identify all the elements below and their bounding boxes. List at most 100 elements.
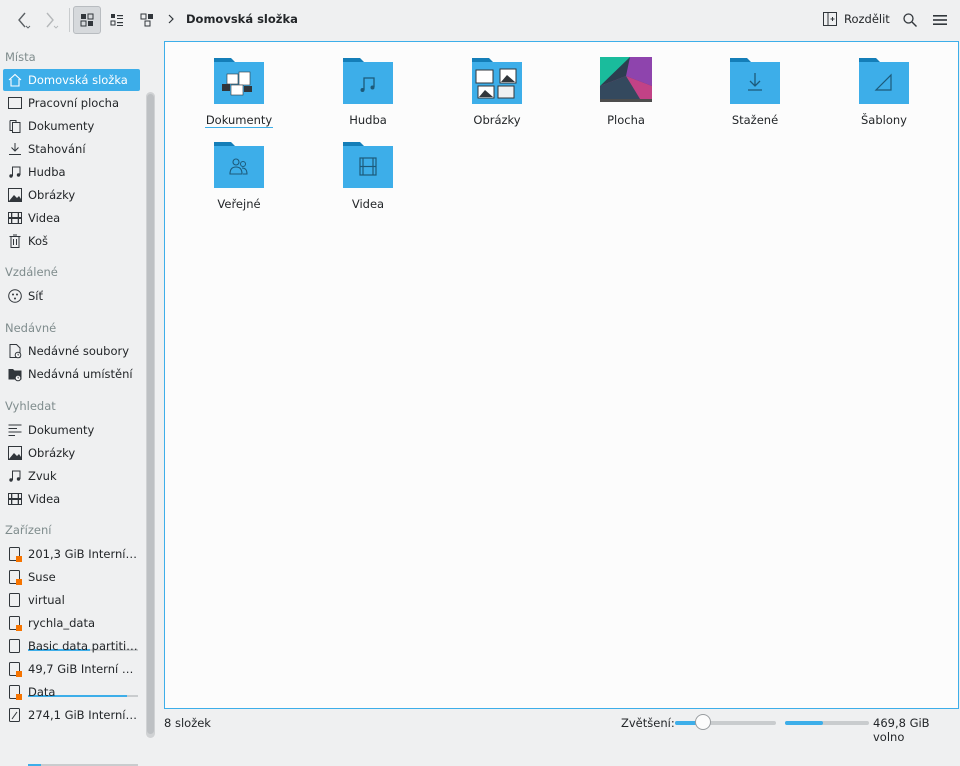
sidebar-item-label: Dokumenty xyxy=(28,423,95,437)
sidebar-item-label: Suse xyxy=(28,570,56,584)
toolbar: Domovská složka Rozdělit xyxy=(0,0,960,40)
folder-name: Plocha xyxy=(607,113,645,127)
sidebar-item-search-documents[interactable]: Dokumenty xyxy=(3,419,140,441)
folder-download-icon xyxy=(730,58,780,104)
sidebar-item-downloads[interactable]: Stahování xyxy=(3,138,140,160)
drive-unmounted-icon xyxy=(7,661,23,677)
folder-tile[interactable]: Hudba xyxy=(313,56,423,136)
icons-view-button[interactable] xyxy=(73,6,101,34)
sidebar-item-music[interactable]: Hudba xyxy=(3,161,140,183)
file-view[interactable]: Dokumenty Hudba Obrázky Plocha Stažené Š… xyxy=(164,41,959,709)
sidebar-item-search-pictures[interactable]: Obrázky xyxy=(3,442,140,464)
folder-name: Šablony xyxy=(861,113,907,127)
sidebar-item-videos[interactable]: Videa xyxy=(3,207,140,229)
recent-files-icon xyxy=(7,343,23,359)
details-view-button[interactable] xyxy=(103,6,131,34)
folder-tile[interactable]: Veřejné xyxy=(184,140,294,220)
folder-tile[interactable]: Obrázky xyxy=(442,56,552,136)
compact-view-button[interactable] xyxy=(133,6,161,34)
breadcrumb-arrow-icon xyxy=(168,14,174,24)
split-button[interactable]: Rozdělit xyxy=(822,11,890,27)
sidebar-item-label: Basic data partition xyxy=(28,639,140,653)
sidebar-item-search-audio[interactable]: Zvuk xyxy=(3,465,140,487)
sidebar-item-pictures[interactable]: Obrázky xyxy=(3,184,140,206)
sidebar-item-device[interactable]: rychla_data xyxy=(3,612,140,634)
folder-tile[interactable]: Plocha xyxy=(571,56,681,136)
sidebar-item-device[interactable]: Data xyxy=(3,681,140,703)
folder-name: Obrázky xyxy=(473,113,521,127)
drive-unmounted-icon xyxy=(7,569,23,585)
section-title-devices: Zařízení xyxy=(5,523,52,537)
folder-name: Dokumenty xyxy=(204,113,274,128)
zoom-slider[interactable] xyxy=(675,721,776,725)
sidebar-item-desktop[interactable]: Pracovní plocha xyxy=(3,92,140,114)
forward-button[interactable] xyxy=(36,6,64,34)
sidebar-item-device[interactable]: 49,7 GiB Interní medium xyxy=(3,658,140,680)
download-icon xyxy=(7,141,23,157)
search-icon xyxy=(903,13,917,27)
hamburger-menu-icon xyxy=(933,15,947,25)
breadcrumb-home[interactable]: Domovská složka xyxy=(186,12,298,26)
pictures-icon xyxy=(7,445,23,461)
sidebar-item-home[interactable]: Domovská složka xyxy=(3,69,140,91)
folder-name: Hudba xyxy=(349,113,387,127)
section-title-remote: Vzdálené xyxy=(5,265,58,279)
sidebar-item-documents[interactable]: Dokumenty xyxy=(3,115,140,137)
recent-locations-icon xyxy=(7,366,23,382)
back-button[interactable] xyxy=(8,6,36,34)
sidebar-item-device[interactable]: Suse xyxy=(3,566,140,588)
zoom-slider-handle[interactable] xyxy=(695,714,711,730)
search-button[interactable] xyxy=(896,6,924,34)
video-icon xyxy=(7,210,23,226)
music-icon xyxy=(7,164,23,180)
sidebar-scrollbar-thumb[interactable] xyxy=(147,94,154,734)
network-icon xyxy=(7,288,23,304)
folder-name: Stažené xyxy=(731,113,779,127)
sidebar-item-device[interactable]: Basic data partition xyxy=(3,635,140,657)
folder-tile[interactable]: Videa xyxy=(313,140,423,220)
forward-icon xyxy=(46,12,59,29)
split-view-icon xyxy=(823,12,837,26)
back-icon xyxy=(18,12,31,29)
sidebar-item-label: Stahování xyxy=(28,142,86,156)
sidebar-item-label: Pracovní plocha xyxy=(28,96,120,110)
drive-icon xyxy=(7,592,23,608)
desktop-icon xyxy=(7,95,23,111)
sidebar-scrollbar[interactable] xyxy=(146,92,155,738)
sidebar-item-label: Data xyxy=(28,685,56,699)
video-icon xyxy=(7,491,23,507)
folder-documents-icon xyxy=(214,58,264,104)
sidebar-item-trash[interactable]: Koš xyxy=(3,230,140,252)
drive-icon xyxy=(7,638,23,654)
sidebar-item-label: Hudba xyxy=(28,165,66,179)
drive-unmounted-icon xyxy=(7,684,23,700)
sidebar-item-recent-locations[interactable]: Nedávná umístění xyxy=(3,363,140,385)
menu-button[interactable] xyxy=(926,6,954,34)
split-label: Rozdělit xyxy=(844,12,890,26)
sidebar-item-label: Obrázky xyxy=(28,188,76,202)
music-icon xyxy=(7,468,23,484)
sidebar-item-label: 201,3 GiB Interní medium xyxy=(28,547,140,561)
text-search-icon xyxy=(7,422,23,438)
sidebar-item-label: 49,7 GiB Interní medium xyxy=(28,662,140,676)
folder-tile[interactable]: Šablony xyxy=(829,56,939,136)
home-icon xyxy=(7,72,23,88)
icons-view-icon xyxy=(80,13,94,27)
drive-unmounted-icon xyxy=(7,615,23,631)
folder-tile[interactable]: Dokumenty xyxy=(184,56,294,136)
places-panel: Místa Domovská složka Pracovní plocha Do… xyxy=(0,42,160,766)
sidebar-item-device[interactable]: virtual xyxy=(3,589,140,611)
folder-tile[interactable]: Stažené xyxy=(700,56,810,136)
section-title-places: Místa xyxy=(5,50,36,64)
sidebar-item-label: Síť xyxy=(28,289,44,303)
folder-templates-icon xyxy=(859,58,909,104)
sidebar-item-search-videos[interactable]: Videa xyxy=(3,488,140,510)
sidebar-item-recent-files[interactable]: Nedávné soubory xyxy=(3,340,140,362)
sidebar-item-label: Dokumenty xyxy=(28,119,95,133)
sidebar-item-device[interactable]: 201,3 GiB Interní medium xyxy=(3,543,140,565)
sidebar-item-label: Koš xyxy=(28,234,48,248)
sidebar-item-label: Domovská složka xyxy=(28,73,128,87)
section-title-search: Vyhledat xyxy=(5,399,56,413)
sidebar-item-network[interactable]: Síť xyxy=(3,285,140,307)
zoom-label: Zvětšení: xyxy=(621,716,675,730)
